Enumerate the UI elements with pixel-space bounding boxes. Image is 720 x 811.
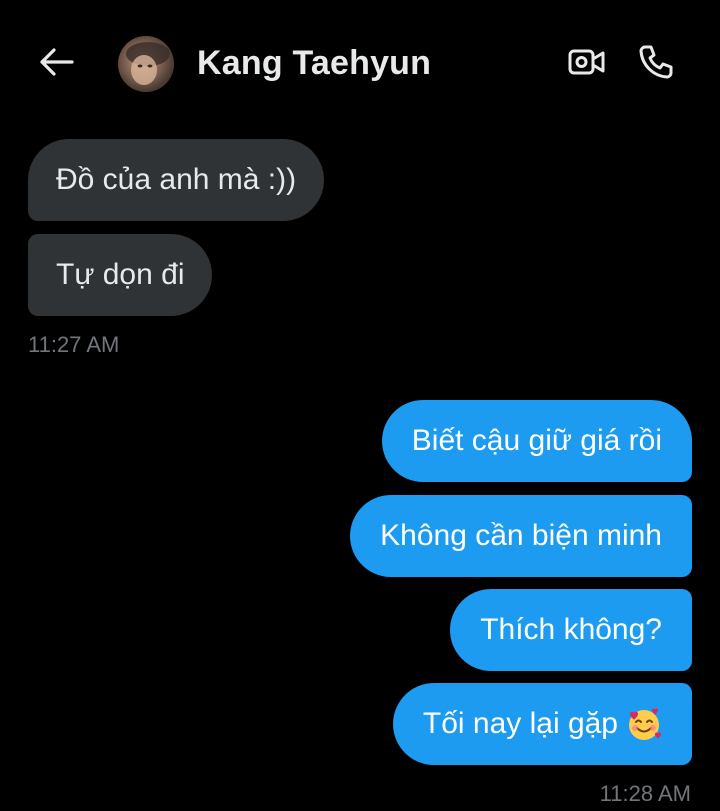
message-text: Không cần biện minh: [380, 519, 662, 552]
voice-call-button[interactable]: [634, 40, 678, 84]
message-text: Biết cậu giữ giá rồi: [411, 424, 662, 457]
outgoing-message[interactable]: Tối nay lại gặp: [392, 683, 692, 765]
message-text: Tối nay lại gặp: [422, 707, 618, 740]
video-call-button[interactable]: [565, 40, 609, 84]
chat-screen: Kang Taehyun Đồ của anh mà :)) Tự dọn đi…: [0, 0, 720, 811]
phone-icon: [639, 45, 673, 79]
chat-header: Kang Taehyun: [0, 0, 720, 128]
video-call-icon: [568, 49, 605, 75]
message-timestamp: 11:28 AM: [599, 781, 691, 806]
contact-name[interactable]: Kang Taehyun: [197, 44, 431, 83]
back-button[interactable]: [36, 42, 76, 82]
message-text: Tự dọn đi: [56, 258, 185, 291]
incoming-message[interactable]: Tự dọn đi: [28, 234, 213, 316]
outgoing-message[interactable]: Không cần biện minh: [350, 495, 692, 577]
outgoing-message[interactable]: Thích không?: [450, 589, 692, 671]
smiling-face-with-hearts-emoji: [629, 708, 661, 740]
message-text: Đồ của anh mà :)): [56, 163, 297, 196]
arrow-left-icon: [40, 48, 74, 76]
avatar-image: [118, 36, 174, 92]
incoming-message[interactable]: Đồ của anh mà :)): [28, 139, 325, 221]
message-text: Thích không?: [480, 613, 662, 646]
avatar[interactable]: [118, 36, 174, 92]
outgoing-message[interactable]: Biết cậu giữ giá rồi: [381, 400, 692, 482]
message-timestamp: 11:27 AM: [28, 332, 120, 357]
